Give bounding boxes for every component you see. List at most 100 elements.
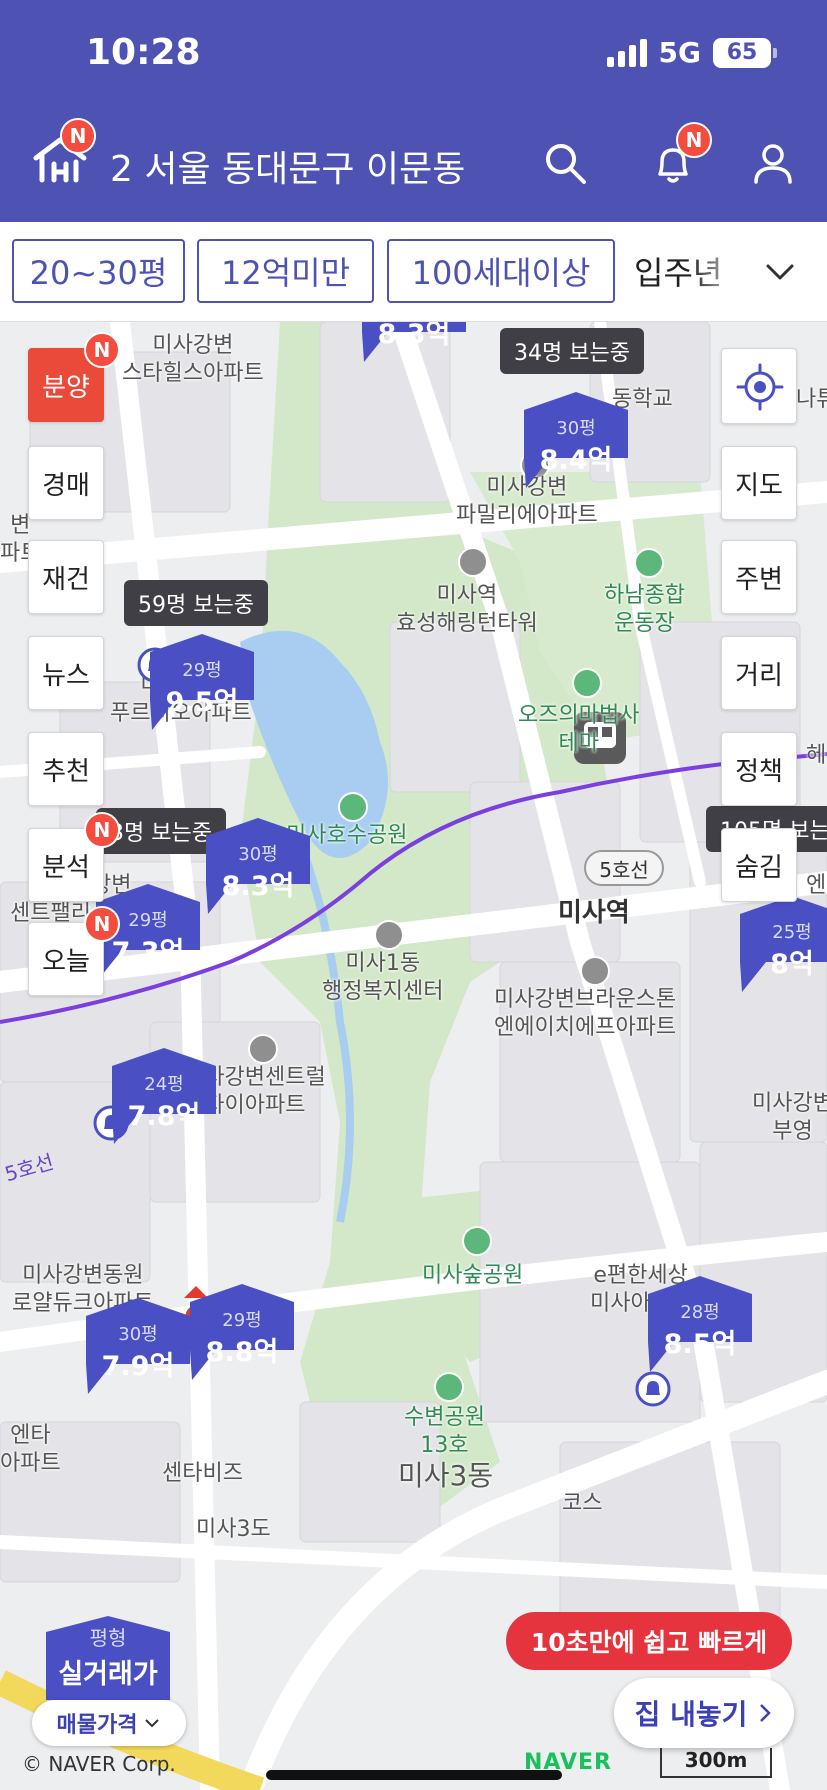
notification-n-badge: N	[676, 122, 712, 158]
side-n-badge: N	[84, 332, 120, 368]
place-label: 미사강변브라운스톤 엔에이치에프아파트	[494, 987, 677, 1040]
side-btn-auction[interactable]: 경매	[28, 446, 104, 520]
side-btn-map[interactable]: 지도	[721, 446, 797, 520]
place-label: 엔타 아파트	[0, 1423, 61, 1476]
lake-park-poi-icon[interactable]	[338, 792, 368, 822]
profile-icon[interactable]	[748, 138, 798, 188]
marker-pyeong: 28평	[680, 1302, 720, 1323]
marker-price: 8.5억	[663, 1329, 737, 1360]
office-poi-icon[interactable]	[374, 920, 404, 950]
alert-pin-icon[interactable]	[634, 1370, 672, 1408]
chevron-down-icon[interactable]	[760, 252, 800, 292]
forest-park-poi-icon[interactable]	[462, 1226, 492, 1256]
subway-line-badge[interactable]: 5호선	[584, 850, 664, 886]
price-type-toggle[interactable]: 매물가격	[32, 1700, 186, 1746]
side-btn-hide[interactable]: 숨김	[721, 828, 797, 902]
price-marker[interactable]: 24평 7.8억	[112, 1048, 216, 1144]
filter-chip-size[interactable]: 20~30평	[12, 239, 185, 303]
place-label: 나튜	[796, 387, 827, 412]
side-btn-rebuild[interactable]: 재건	[28, 540, 104, 614]
place-label: 미사강변 부영	[752, 1091, 827, 1144]
home-n-badge: N	[60, 118, 96, 154]
place-label: 하남종합 운동장	[604, 583, 685, 636]
price-marker[interactable]: 30평 8.4억	[524, 392, 628, 488]
marker-price: 9.5억	[165, 687, 239, 718]
crosshair-icon	[736, 363, 784, 411]
side-btn-policy[interactable]: 정책	[721, 732, 797, 806]
building-poi-icon[interactable]	[458, 547, 488, 577]
marker-pyeong: 25평	[772, 922, 812, 943]
place-label: 수변공원 13호	[404, 1405, 485, 1458]
marker-price: 7.8억	[127, 1101, 201, 1132]
chevron-down-icon	[145, 1719, 160, 1728]
battery-icon: 65	[713, 37, 777, 68]
price-toggle-label: 매물가격	[56, 1713, 138, 1738]
price-marker[interactable]: 29평 8.8억	[190, 1284, 294, 1380]
price-marker[interactable]: 25평 8억	[740, 896, 827, 992]
apartment-poi-icon[interactable]	[580, 956, 610, 986]
marker-pyeong: 29평	[182, 660, 222, 681]
real-price-main: 실거래가	[58, 1659, 158, 1690]
map-view[interactable]: 미사강변 스타힐스아파트 동학교 미사강변 파밀리에아파트 미사역 효성해링턴타워 하…	[0, 322, 827, 1790]
side-btn-nearby[interactable]: 주변	[721, 540, 797, 614]
home-indicator	[266, 1770, 562, 1780]
place-label: 미사역 효성해링턴타워	[396, 583, 538, 636]
location-title[interactable]: 2 서울 동대문구 이문동	[110, 140, 465, 192]
place-label: 미사숲공원	[422, 1263, 524, 1288]
side-btn-news[interactable]: 뉴스	[28, 636, 104, 710]
waterside-park-poi-icon[interactable]	[434, 1372, 464, 1402]
marker-pyeong: 30평	[118, 1324, 158, 1345]
marker-price: 8.3억	[221, 871, 295, 902]
place-label: 미사1동 행정복지센터	[322, 951, 444, 1004]
status-indicators: 5G 65	[606, 36, 777, 69]
real-price-sub: 평형	[89, 1626, 127, 1650]
chevron-right-icon	[760, 1704, 772, 1722]
place-label: 미사3동	[398, 1459, 494, 1492]
real-price-marker[interactable]: 평형 실거래가	[46, 1616, 170, 1700]
network-label: 5G	[658, 36, 701, 69]
side-n-badge: N	[84, 906, 120, 942]
map-copyright: © NAVER Corp.	[22, 1752, 176, 1776]
marker-price: 8.4억	[539, 445, 613, 476]
stadium-poi-icon[interactable]	[634, 548, 664, 578]
price-marker[interactable]: 30평 8.3억	[206, 818, 310, 914]
promo-banner[interactable]: 10초만에 쉽고 빠르게	[506, 1612, 792, 1670]
side-btn-recommend[interactable]: 추천	[28, 732, 104, 806]
park-poi-icon[interactable]	[572, 668, 602, 698]
side-btn-distance[interactable]: 거리	[721, 636, 797, 710]
filter-chip-price[interactable]: 12억미만	[197, 239, 374, 303]
search-icon[interactable]	[540, 138, 590, 188]
price-marker[interactable]: 28평 8.5억	[648, 1276, 752, 1372]
marker-price: 8억	[770, 949, 814, 980]
viewing-count-badge: 59명 보는중	[124, 580, 268, 626]
price-marker[interactable]: 8.3억	[362, 322, 466, 362]
list-home-label: 집 내놓기	[634, 1698, 748, 1731]
marker-price: 8.8억	[205, 1337, 279, 1368]
place-label: 미사강변 스타힐스아파트	[122, 333, 264, 386]
my-location-button[interactable]	[721, 348, 797, 424]
app-header: 10:28 5G 65 N 2 서울 동대문구 이문동 N	[0, 0, 827, 222]
marker-pyeong: 30평	[238, 844, 278, 865]
place-label: 센타비즈	[162, 1461, 243, 1486]
marker-price: 7.9억	[101, 1351, 175, 1382]
marker-pyeong: 29평	[222, 1310, 262, 1331]
place-label: 미사3도	[196, 1517, 271, 1542]
viewing-count-badge: 34명 보는중	[500, 328, 644, 374]
place-label: 오즈의마법사 테마	[518, 703, 640, 756]
signal-icon	[606, 38, 647, 67]
filter-chip-households[interactable]: 100세대이상	[387, 239, 615, 303]
filter-fade	[690, 230, 750, 310]
marker-price: 8.3억	[377, 322, 451, 350]
place-label: 헤	[806, 743, 827, 768]
apartment-poi-icon[interactable]	[248, 1034, 278, 1064]
marker-pyeong: 30평	[556, 418, 596, 439]
side-n-badge: N	[84, 812, 120, 848]
station-name[interactable]: 미사역	[558, 892, 630, 929]
price-marker[interactable]: 30평 7.9억	[86, 1298, 190, 1394]
marker-pyeong: 24평	[144, 1074, 184, 1095]
status-time: 10:28	[86, 32, 201, 73]
map-scale: 300m	[660, 1748, 772, 1778]
list-home-button[interactable]: 집 내놓기	[614, 1678, 794, 1748]
price-marker[interactable]: 29평 9.5억	[150, 634, 254, 730]
place-label: 코스	[562, 1491, 603, 1516]
